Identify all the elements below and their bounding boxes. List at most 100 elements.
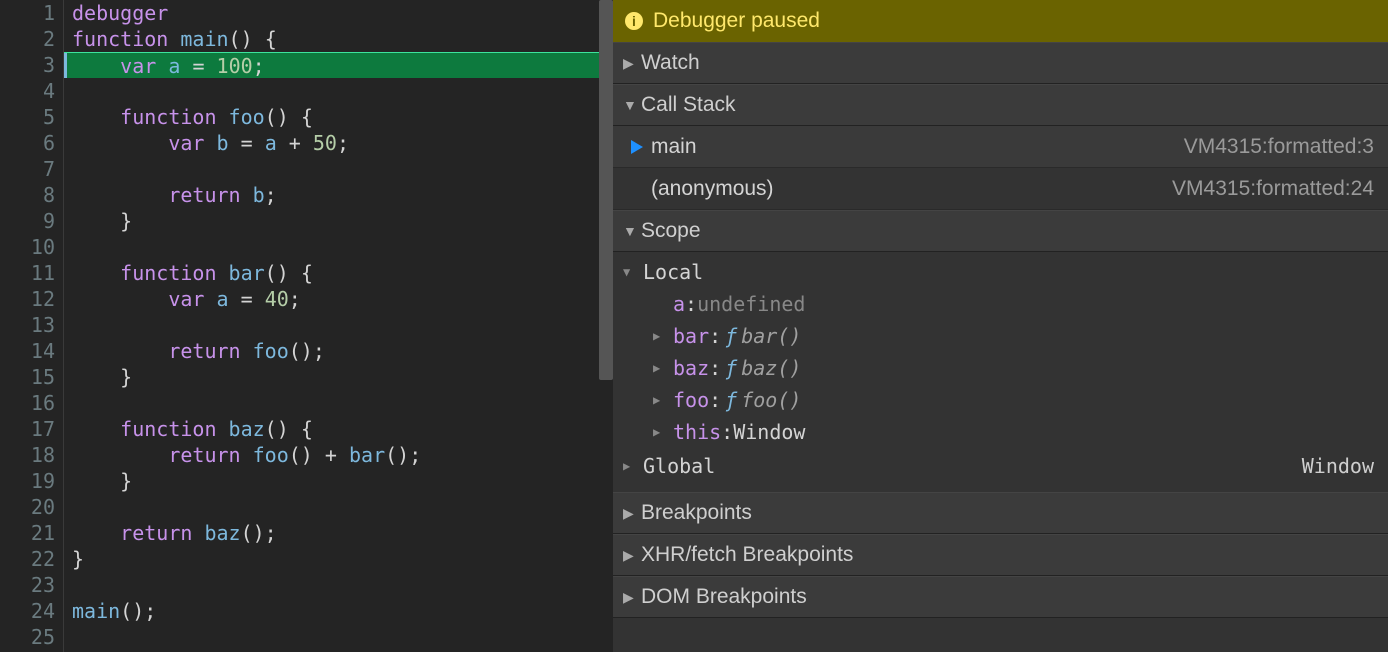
line-number: 3: [0, 52, 55, 78]
scope-label: Scope: [641, 219, 701, 243]
chevron-right-icon: ▶: [653, 352, 673, 384]
scope-key: baz: [673, 352, 709, 384]
debugger-sidebar: i Debugger paused ▶ Watch ▼ Call Stack m…: [613, 0, 1388, 652]
scope-value: baz(): [741, 352, 801, 384]
scope-section-header[interactable]: ▼ Scope: [613, 210, 1388, 252]
code-line[interactable]: }: [72, 468, 613, 494]
code-line[interactable]: var a = 40;: [72, 286, 613, 312]
chevron-right-icon: ▶: [623, 459, 643, 473]
line-number: 11: [0, 260, 55, 286]
frame-name: (anonymous): [651, 177, 1172, 201]
scope-global-label: Global: [643, 454, 1302, 478]
scope-global-value: Window: [1302, 454, 1374, 478]
scope-property[interactable]: ▶foo: ƒ foo(): [613, 384, 1388, 416]
breakpoints-section-header[interactable]: ▶ Breakpoints: [613, 492, 1388, 534]
code-line[interactable]: [72, 390, 613, 416]
editor-scrollbar[interactable]: [599, 0, 613, 380]
code-line[interactable]: [72, 234, 613, 260]
chevron-right-icon: ▶: [653, 416, 673, 448]
scope-property[interactable]: ▶bar: ƒ bar(): [613, 320, 1388, 352]
line-number: 18: [0, 442, 55, 468]
code-line[interactable]: return foo() + bar();: [72, 442, 613, 468]
editor-pane: 1234567891011121314151617181920212223242…: [0, 0, 613, 652]
code-line[interactable]: function baz() {: [72, 416, 613, 442]
chevron-down-icon: ▼: [623, 223, 641, 239]
debugger-status-bar: i Debugger paused: [613, 0, 1388, 42]
callstack-section-header[interactable]: ▼ Call Stack: [613, 84, 1388, 126]
code-line[interactable]: return baz();: [72, 520, 613, 546]
chevron-right-icon: ▶: [653, 384, 673, 416]
code-line[interactable]: function main() {: [72, 26, 613, 52]
chevron-down-icon: ▼: [623, 256, 643, 288]
line-number: 13: [0, 312, 55, 338]
function-glyph-icon: ƒ: [725, 384, 737, 416]
dom-breakpoints-section-header[interactable]: ▶ DOM Breakpoints: [613, 576, 1388, 618]
scope-value: bar(): [741, 320, 801, 352]
scope-property[interactable]: ▶this: Window: [613, 416, 1388, 448]
line-number: 21: [0, 520, 55, 546]
code-line[interactable]: function foo() {: [72, 104, 613, 130]
callstack-label: Call Stack: [641, 93, 736, 117]
code-line[interactable]: [72, 312, 613, 338]
code-line[interactable]: return foo();: [72, 338, 613, 364]
frame-name: main: [651, 135, 1184, 159]
status-text: Debugger paused: [653, 9, 820, 33]
line-number: 2: [0, 26, 55, 52]
code-line[interactable]: }: [72, 364, 613, 390]
code-line[interactable]: [72, 156, 613, 182]
scope-key: bar: [673, 320, 709, 352]
dom-breakpoints-label: DOM Breakpoints: [641, 585, 807, 609]
scope-key: this: [673, 416, 721, 448]
watch-label: Watch: [641, 51, 700, 75]
callstack-frame[interactable]: (anonymous)VM4315:formatted:24: [613, 168, 1388, 210]
callstack-body: mainVM4315:formatted:3(anonymous)VM4315:…: [613, 126, 1388, 210]
scope-body: ▼ Local a: undefined▶bar: ƒ bar()▶baz: ƒ…: [613, 252, 1388, 492]
scope-property[interactable]: ▶baz: ƒ baz(): [613, 352, 1388, 384]
chevron-right-icon: ▶: [653, 320, 673, 352]
breakpoints-label: Breakpoints: [641, 501, 752, 525]
line-gutter: 1234567891011121314151617181920212223242…: [0, 0, 64, 652]
line-number: 14: [0, 338, 55, 364]
scope-key: a: [673, 288, 685, 320]
code-line[interactable]: [72, 624, 613, 650]
scope-property[interactable]: a: undefined: [613, 288, 1388, 320]
scope-key: foo: [673, 384, 709, 416]
code-area[interactable]: debuggerfunction main() { var a = 100; f…: [64, 0, 613, 652]
scope-value: foo(): [741, 384, 801, 416]
callstack-frame[interactable]: mainVM4315:formatted:3: [613, 126, 1388, 168]
code-line[interactable]: return b;: [72, 182, 613, 208]
scope-local-header[interactable]: ▼ Local: [613, 256, 1388, 288]
line-number: 7: [0, 156, 55, 182]
line-number: 22: [0, 546, 55, 572]
info-icon: i: [625, 12, 643, 30]
line-number: 19: [0, 468, 55, 494]
line-number: 4: [0, 78, 55, 104]
code-line[interactable]: [72, 572, 613, 598]
code-line[interactable]: var a = 100;: [64, 52, 613, 78]
watch-section-header[interactable]: ▶ Watch: [613, 42, 1388, 84]
chevron-right-icon: ▶: [623, 55, 641, 72]
scope-value: undefined: [697, 288, 805, 320]
chevron-down-icon: ▼: [623, 97, 641, 113]
line-number: 8: [0, 182, 55, 208]
scope-global-row[interactable]: ▶ Global Window: [613, 448, 1388, 484]
code-line[interactable]: [72, 78, 613, 104]
code-line[interactable]: [72, 494, 613, 520]
chevron-right-icon: ▶: [623, 505, 641, 522]
code-line[interactable]: main();: [72, 598, 613, 624]
line-number: 1: [0, 0, 55, 26]
frame-location: VM4315:formatted:3: [1184, 135, 1388, 159]
line-number: 16: [0, 390, 55, 416]
line-number: 24: [0, 598, 55, 624]
code-line[interactable]: function bar() {: [72, 260, 613, 286]
chevron-right-icon: ▶: [623, 547, 641, 564]
code-line[interactable]: }: [72, 546, 613, 572]
code-line[interactable]: debugger: [72, 0, 613, 26]
xhr-breakpoints-section-header[interactable]: ▶ XHR/fetch Breakpoints: [613, 534, 1388, 576]
code-line[interactable]: }: [72, 208, 613, 234]
xhr-breakpoints-label: XHR/fetch Breakpoints: [641, 543, 853, 567]
line-number: 17: [0, 416, 55, 442]
line-number: 10: [0, 234, 55, 260]
function-glyph-icon: ƒ: [725, 320, 737, 352]
code-line[interactable]: var b = a + 50;: [72, 130, 613, 156]
